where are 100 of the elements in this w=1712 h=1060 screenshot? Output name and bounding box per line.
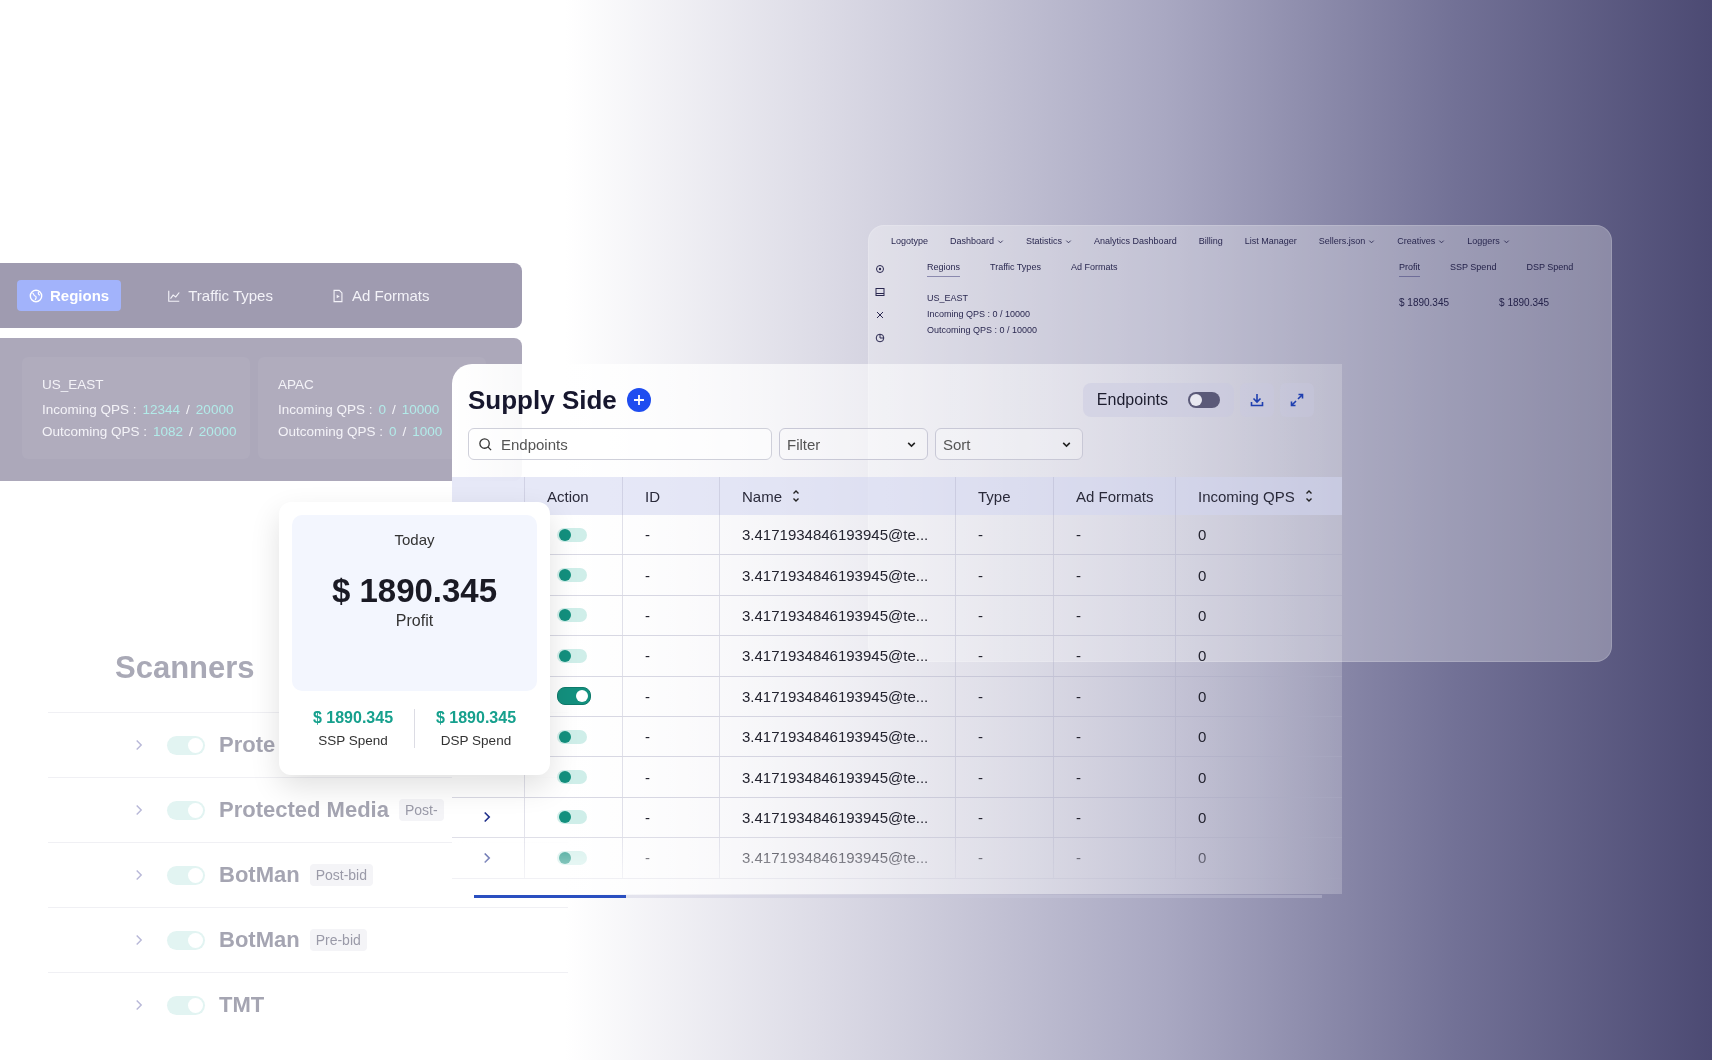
panel-icon[interactable] (875, 287, 885, 297)
sort-icon (792, 489, 800, 503)
nav-item[interactable]: Logotype (891, 236, 929, 246)
caret-icon (1502, 237, 1510, 245)
expand-icon (1289, 392, 1305, 408)
toggle[interactable] (167, 930, 205, 950)
table-cell: - (645, 728, 650, 746)
sort-dropdown[interactable]: Sort (935, 428, 1083, 460)
table-cell: 0 (1198, 808, 1207, 826)
table-cell: - (645, 768, 650, 786)
section-title: Scanners (115, 650, 256, 686)
table-cell: - (978, 849, 983, 867)
table-cell: - (645, 808, 650, 826)
nav-item[interactable]: Analytics Dashboard (1094, 236, 1177, 246)
scanner-name: Protected Media (219, 797, 389, 823)
toggle[interactable] (167, 800, 205, 820)
profit-label: Profit (395, 612, 434, 630)
qps-value: 0 (378, 402, 387, 417)
column-header: ID (623, 477, 720, 515)
qps-label: Outcoming QPS : (278, 424, 384, 439)
column-header[interactable]: Incoming QPS (1176, 477, 1342, 515)
table-cell: 3.4171934846193945@te... (742, 647, 929, 665)
table-cell: - (645, 606, 650, 624)
search-icon (478, 437, 493, 452)
pie-chart-icon[interactable] (875, 333, 885, 343)
expand-button[interactable] (1280, 383, 1314, 417)
toggle-label: Endpoints (1096, 391, 1168, 409)
qps-value: 12344 (142, 402, 181, 417)
table-cell: - (645, 526, 650, 544)
nav-item[interactable]: List Manager (1244, 236, 1297, 246)
table-cell: 0 (1198, 687, 1207, 705)
caret-icon (1438, 237, 1446, 245)
qps-limit: 1000 (412, 424, 443, 439)
caret-icon (1065, 237, 1073, 245)
amount: $ 1890.345 (1399, 297, 1450, 308)
qps-limit: 10000 (401, 402, 440, 417)
toggle[interactable] (167, 865, 205, 885)
table-cell: - (1076, 808, 1081, 826)
scanner-name: BotMan (219, 862, 300, 888)
table-cell: - (978, 606, 983, 624)
toggle[interactable] (1188, 392, 1220, 408)
qps-value: 0 (389, 424, 397, 439)
toggle[interactable] (557, 568, 587, 583)
toggle[interactable] (557, 810, 587, 825)
tab[interactable]: Ad Formats (1070, 262, 1118, 277)
toggle[interactable] (557, 770, 587, 785)
column-header: Ad Formats (1054, 477, 1176, 515)
caret-icon (997, 237, 1005, 245)
table-cell: 3.4171934846193945@te... (742, 687, 929, 705)
globe-icon (29, 288, 43, 303)
table-cell: 3.4171934846193945@te... (742, 606, 929, 624)
add-icon[interactable] (626, 388, 651, 412)
tab[interactable]: Profit (1399, 262, 1420, 277)
period-label: Today (394, 531, 435, 548)
nav-item[interactable]: Billing (1198, 236, 1223, 246)
toggle[interactable] (557, 729, 587, 744)
qps-value: 1082 (153, 424, 184, 439)
qps-label: Incoming QPS : (278, 402, 373, 417)
table-cell: - (1076, 768, 1081, 786)
table-cell: - (978, 687, 983, 705)
tab[interactable]: Regions (927, 262, 961, 277)
nav-item[interactable]: Statistics (1026, 236, 1073, 246)
table-cell: - (978, 768, 983, 786)
amount: $ 1890.345 (1499, 297, 1550, 308)
profit-amount: $ 1890.345 (331, 572, 498, 610)
nav-item[interactable]: Sellers.json (1318, 236, 1376, 246)
scanner-name: BotMan (219, 927, 300, 953)
table-cell: - (1076, 728, 1081, 746)
column-header[interactable]: Name (720, 477, 956, 515)
table-cell: - (978, 526, 983, 544)
toggle[interactable] (557, 687, 591, 706)
table-cell: 0 (1198, 768, 1207, 786)
chevron-icon[interactable] (482, 810, 491, 825)
table-cell: - (1076, 526, 1081, 544)
table-cell: 0 (1198, 526, 1207, 544)
tab[interactable]: Traffic Types (990, 262, 1041, 277)
tab[interactable]: DSP Spend (1526, 262, 1574, 277)
region-name: APAC (278, 377, 315, 392)
spend-label: DSP Spend (440, 733, 512, 748)
caret-icon (1368, 237, 1376, 245)
scanner-name: TMT (219, 992, 265, 1018)
toggle[interactable] (167, 735, 205, 755)
slash: / (186, 402, 190, 417)
region-name: US_EAST (927, 293, 969, 303)
filter-dropdown[interactable]: Filter (779, 428, 928, 460)
tag: Post-bid (309, 864, 373, 886)
panel-title: Supply Side (468, 384, 617, 416)
toggle[interactable] (557, 608, 587, 623)
nav-item[interactable]: Loggers (1467, 236, 1510, 246)
nav-item[interactable]: Dashboard (950, 236, 1005, 246)
slash: / (189, 424, 193, 439)
search-field[interactable]: Endpoints (468, 428, 772, 460)
toggle[interactable] (557, 850, 587, 865)
toggle[interactable] (557, 648, 587, 663)
table-cell: 3.4171934846193945@te... (742, 526, 929, 544)
tab[interactable]: SSP Spend (1450, 262, 1497, 277)
toggle[interactable] (557, 527, 587, 542)
toggle[interactable] (167, 995, 205, 1015)
nav-item[interactable]: Creatives (1397, 236, 1446, 246)
table-cell: 0 (1198, 849, 1207, 867)
